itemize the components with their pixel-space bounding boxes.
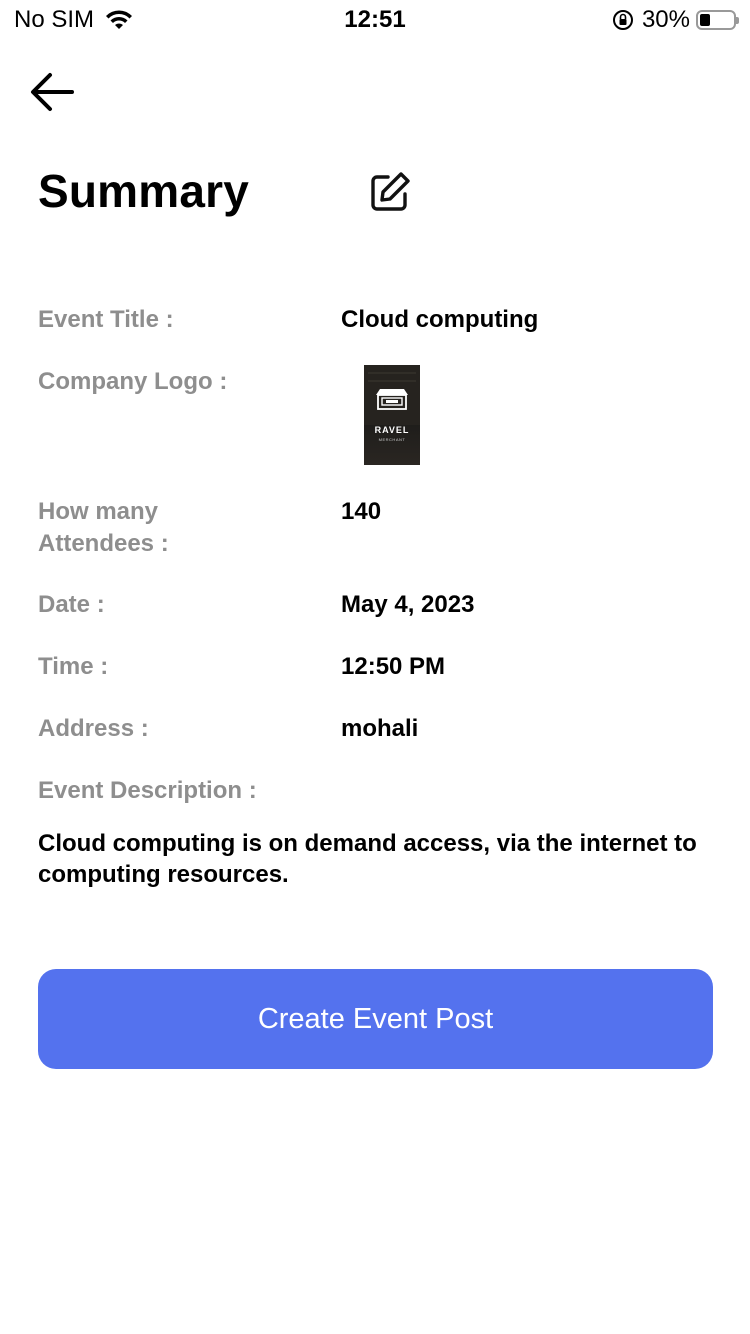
- event-description-text: Cloud computing is on demand access, via…: [38, 830, 697, 888]
- company-logo-image: RAVEL MERCHANT: [364, 365, 420, 465]
- address-value: mohali: [341, 715, 419, 742]
- status-bar: No SIM 12:51 30%: [0, 0, 750, 40]
- attendees-label-line2: Attendees :: [38, 530, 169, 557]
- attendees-label-line1: How many: [38, 498, 159, 525]
- battery-icon: [696, 10, 739, 30]
- event-title-value: Cloud computing: [341, 306, 539, 333]
- back-button[interactable]: [26, 66, 78, 118]
- attendees-value: 140: [341, 498, 382, 525]
- storefront-icon: [364, 365, 420, 425]
- page-title: Summary: [38, 165, 250, 217]
- date-label: Date :: [38, 591, 105, 618]
- logo-subtext: MERCHANT: [378, 437, 406, 442]
- create-event-post-button[interactable]: Create Event Post: [38, 969, 713, 1069]
- event-description-label: Event Description :: [38, 777, 257, 804]
- event-title-label: Event Title :: [38, 306, 174, 333]
- attendees-label: How many Attendees :: [38, 496, 169, 560]
- logo-text: RAVEL: [374, 425, 410, 435]
- orientation-lock-icon: [612, 10, 633, 30]
- time-label: Time :: [38, 653, 109, 680]
- back-arrow-icon: [31, 73, 74, 111]
- status-right: 30%: [612, 6, 739, 34]
- edit-icon: [371, 172, 410, 211]
- company-logo-label: Company Logo :: [38, 368, 228, 395]
- summary-screen: No SIM 12:51 30% Summary Event Title: C…: [0, 0, 750, 1334]
- date-value: May 4, 2023: [341, 591, 475, 618]
- address-label: Address :: [38, 715, 149, 742]
- time-value: 12:50 PM: [341, 653, 446, 680]
- battery-percent: 30%: [641, 6, 690, 33]
- edit-button[interactable]: [368, 170, 412, 214]
- battery-fill: [700, 14, 710, 26]
